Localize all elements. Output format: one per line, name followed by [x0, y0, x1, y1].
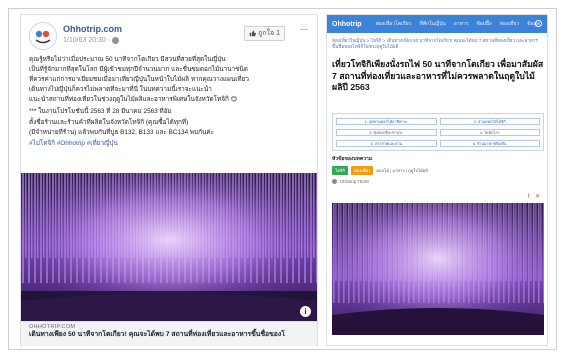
tag-text: ดอกไม้ | อาหาร | ฤดูใบไม้ผลิ [376, 168, 428, 173]
article-title: เที่ยวโทจิกิเพียงนั่งรถไฟ 50 นาทีจากโตเก… [332, 59, 544, 92]
link-domain: OHHOTRIP.COM [29, 324, 76, 330]
like-label: ถูกใจ 1 [258, 30, 280, 37]
timestamp-text: 1/10/63 20:30 · [63, 37, 111, 44]
post-header: Ohhotrip.com 1/10/63 20:30 · ถูกใจ 1 ··· [29, 22, 309, 52]
wisteria-tunnel-image [332, 203, 544, 335]
toc-item[interactable]: 6. ร้านอาหารท้องถิ่น [439, 140, 540, 147]
toc-row: 1. อุทยานดอกไม้อาชิคางะ 2. สวนดอกไม้โทจิ… [336, 118, 540, 125]
author-line: Ohhotrip TEAM [332, 179, 544, 184]
page-avatar[interactable] [29, 22, 57, 50]
link-preview[interactable]: OHHOTRIP.COM เดินทางเพียง 50 นาทีจากโตเก… [21, 321, 317, 346]
menu-item[interactable]: ท่องเที่ยวโตเกียว [376, 20, 412, 28]
menu-item[interactable]: ช้อปปิ้ง [476, 20, 491, 28]
tag-list: โทจิกิ ท่องเที่ยว ดอกไม้ | อาหาร | ฤดูใบ… [332, 166, 544, 175]
menu-item[interactable]: ที่พักในญี่ปุ่น [419, 20, 445, 28]
author-avatar-icon [332, 179, 337, 184]
toc-row: 3. ทุ่งดอกชิบะซากุระ 4. วัดนิกโกะ [336, 129, 540, 136]
body-line: *** ในงานโปรโมชั่นนี้ 2563 ที่ 28 มีนาคม… [29, 108, 172, 116]
article-meta: หัวข้อของบทความ โทจิกิ ท่องเที่ยว ดอกไม้… [332, 155, 544, 184]
toc-item[interactable]: 4. วัดนิกโกะ [439, 129, 540, 136]
body-line: เดินทางไปญี่ปุ่นก็ควรไม่พลาดที่จะมาที่นี… [29, 86, 212, 94]
wisteria-tunnel-image [21, 173, 317, 321]
article-hero-image [332, 203, 544, 335]
menu-item[interactable]: ท่องเที่ยว [500, 20, 519, 28]
body-line: ที่ควรค่าแก่การมาเยี่ยมชมเมื่อมาเที่ยวญี… [29, 76, 249, 84]
body-line: (มีจำหน่ายที่ร้าน) แล้วพบกันที่บูธ B132,… [29, 128, 215, 136]
info-icon[interactable]: i [300, 306, 311, 317]
site-logo[interactable]: Ohhotrip [332, 21, 362, 28]
like-page-button[interactable]: ถูกใจ 1 [244, 26, 285, 41]
wisteria-photo[interactable]: i [21, 173, 317, 321]
site-menu: ท่องเที่ยวโตเกียว ที่พักในญี่ปุ่น อาหาร … [376, 20, 540, 28]
hashtags-link[interactable]: #ไปโทจิกิ #Ohhotrip #เที่ยวญี่ปุ่น [29, 139, 311, 148]
table-of-contents: 1. อุทยานดอกไม้อาชิคางะ 2. สวนดอกไม้โทจิ… [332, 113, 544, 151]
meta-label: หัวข้อของบทความ [332, 156, 373, 162]
toc-item[interactable]: 1. อุทยานดอกไม้อาชิคางะ [336, 118, 437, 125]
menu-item[interactable]: อาหาร [454, 20, 469, 28]
body-line: เป็นที่รู้จักมากที่สุดในโลก มีผู้เข้าชมท… [29, 66, 248, 74]
facebook-post: Ohhotrip.com 1/10/63 20:30 · ถูกใจ 1 ···… [20, 14, 318, 346]
breadcrumb[interactable]: ท่องเที่ยวในญี่ปุ่น > โทจิกิ > เดินทางเพ… [332, 38, 544, 50]
toc-item[interactable]: 5. ปราสาทและสวน [336, 140, 437, 147]
tag-badge[interactable]: ท่องเที่ยว [351, 166, 374, 175]
ohhotrip-logo-icon [32, 25, 54, 47]
site-navbar: Ohhotrip ท่องเที่ยวโตเกียว ที่พักในญี่ปุ… [327, 15, 547, 33]
post-timestamp[interactable]: 1/10/63 20:30 · [63, 37, 120, 44]
toc-item[interactable]: 3. ทุ่งดอกชิบะซากุระ [336, 129, 437, 136]
link-title: เดินทางเพียง 50 นาทีจากโตเกียว! คุณจะได้… [29, 331, 285, 338]
post-body: คุณรู้หรือไม่ว่าเมื่อประมาณ 50 นาทีจากโต… [29, 55, 311, 149]
thumbs-up-icon [249, 30, 257, 37]
author-name[interactable]: Ohhotrip TEAM [340, 179, 369, 184]
toc-item[interactable]: 2. สวนดอกไม้โทจิกิ [439, 118, 540, 125]
toc-row: 5. ปราสาทและสวน 6. ร้านอาหารท้องถิ่น [336, 140, 540, 147]
tag-badge[interactable]: โทจิกิ [332, 166, 348, 175]
globe-icon [112, 37, 120, 44]
page-name-link[interactable]: Ohhotrip.com [63, 24, 122, 34]
body-line: ตั้งชื่อร้านและร้านค้าที่ผลิตในจังหวัดโท… [29, 118, 189, 126]
body-line: คุณรู้หรือไม่ว่าเมื่อประมาณ 50 นาทีจากโต… [29, 56, 226, 63]
share-icons[interactable]: f ✕ [528, 193, 542, 200]
website-article: Ohhotrip ท่องเที่ยวโตเกียว ที่พักในญี่ปุ… [326, 14, 548, 346]
more-options-icon[interactable]: ··· [300, 24, 308, 35]
search-icon[interactable] [535, 20, 542, 27]
body-line: แนะนำสถานที่ท่องเที่ยวในช่วงฤดูใบไม้ผลิแ… [29, 96, 238, 104]
